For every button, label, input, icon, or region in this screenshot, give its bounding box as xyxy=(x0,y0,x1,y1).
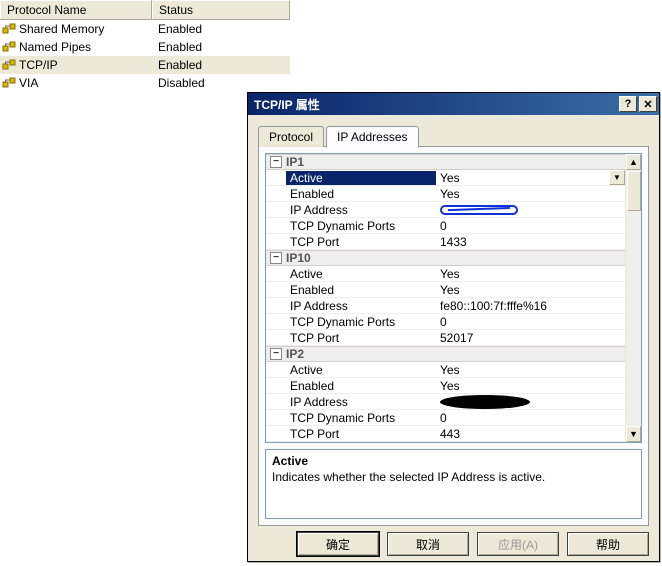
property-row[interactable]: Active Yes xyxy=(266,362,625,378)
property-value: Yes xyxy=(440,171,460,185)
protocol-icon xyxy=(2,77,16,89)
property-row[interactable]: TCP Dynamic Ports 0 xyxy=(266,410,625,426)
tab-ip-addresses[interactable]: IP Addresses xyxy=(326,126,419,148)
property-value: 0 xyxy=(440,411,447,425)
scroll-down-icon[interactable]: ▼ xyxy=(626,426,641,442)
protocol-icon xyxy=(2,41,16,53)
description-panel: Active Indicates whether the selected IP… xyxy=(265,449,642,519)
ok-button[interactable]: 确定 xyxy=(297,532,379,556)
protocol-row[interactable]: VIA Disabled xyxy=(0,74,290,92)
section-name: IP1 xyxy=(286,155,304,169)
property-row[interactable]: TCP Dynamic Ports 0 xyxy=(266,314,625,330)
protocol-status: Disabled xyxy=(152,76,290,90)
cancel-button[interactable]: 取消 xyxy=(387,532,469,556)
dialog-title: TCP/IP 属性 xyxy=(254,96,619,113)
property-label: Enabled xyxy=(286,379,436,393)
property-row[interactable]: IP Address fe80::100:7f:fffe%16 xyxy=(266,298,625,314)
property-label: TCP Port xyxy=(286,235,436,249)
protocol-name: TCP/IP xyxy=(19,58,58,72)
property-label: Enabled xyxy=(286,283,436,297)
protocol-name: Shared Memory xyxy=(19,22,104,36)
property-value: Yes xyxy=(440,187,460,201)
property-value: 1433 xyxy=(440,235,467,249)
property-value: 443 xyxy=(440,427,460,441)
property-value: Yes xyxy=(440,379,460,393)
property-row[interactable]: IP Address xyxy=(266,394,625,410)
protocol-list-header: Protocol Name Status xyxy=(0,0,290,20)
property-row[interactable]: Enabled Yes xyxy=(266,378,625,394)
vertical-scrollbar[interactable]: ▲ ▼ xyxy=(625,154,641,442)
protocol-row[interactable]: Shared Memory Enabled xyxy=(0,20,290,38)
property-value: Yes xyxy=(440,283,460,297)
apply-button: 应用(A) xyxy=(477,532,559,556)
section-header[interactable]: −IP10 xyxy=(266,250,625,266)
section-name: IP10 xyxy=(286,251,311,265)
description-text: Indicates whether the selected IP Addres… xyxy=(272,470,635,484)
property-label: TCP Dynamic Ports xyxy=(286,219,436,233)
collapse-icon[interactable]: − xyxy=(270,348,282,360)
property-row[interactable]: Active Yes xyxy=(266,266,625,282)
redacted-value xyxy=(440,395,530,409)
scroll-thumb[interactable] xyxy=(627,171,641,211)
collapse-icon[interactable]: − xyxy=(270,252,282,264)
property-label: Active xyxy=(286,267,436,281)
tab-body: −IP1 Active Yes▼ Enabled Yes IP Address … xyxy=(258,146,649,526)
property-grid: −IP1 Active Yes▼ Enabled Yes IP Address … xyxy=(265,153,642,443)
protocol-status: Enabled xyxy=(152,40,290,54)
close-button[interactable]: ✕ xyxy=(639,96,657,112)
tab-protocol[interactable]: Protocol xyxy=(258,126,324,147)
property-label: TCP Dynamic Ports xyxy=(286,315,436,329)
protocol-name: Named Pipes xyxy=(19,40,91,54)
property-value: Yes xyxy=(440,363,460,377)
section-header[interactable]: −IP1 xyxy=(266,154,625,170)
protocol-list: Protocol Name Status Shared Memory Enabl… xyxy=(0,0,290,92)
section-header[interactable]: −IP2 xyxy=(266,346,625,362)
property-label: TCP Dynamic Ports xyxy=(286,411,436,425)
tab-strip: ProtocolIP Addresses xyxy=(258,126,649,147)
property-label: IP Address xyxy=(286,395,436,409)
property-label: Active xyxy=(286,171,436,185)
protocol-name: VIA xyxy=(19,76,38,90)
property-value: 0 xyxy=(440,219,447,233)
scroll-up-icon[interactable]: ▲ xyxy=(626,154,641,170)
property-row[interactable]: Enabled Yes xyxy=(266,186,625,202)
property-row[interactable]: TCP Dynamic Ports 0 xyxy=(266,218,625,234)
redacted-value xyxy=(440,205,518,215)
protocol-status: Enabled xyxy=(152,22,290,36)
protocol-row[interactable]: TCP/IP Enabled xyxy=(0,56,290,74)
help-button-bottom[interactable]: 帮助 xyxy=(567,532,649,556)
property-row[interactable]: Enabled Yes xyxy=(266,282,625,298)
collapse-icon[interactable]: − xyxy=(270,156,282,168)
column-header-name[interactable]: Protocol Name xyxy=(0,0,152,19)
protocol-icon xyxy=(2,59,16,71)
property-row[interactable]: Active Yes ▼ xyxy=(266,170,625,186)
property-value: fe80::100:7f:fffe%16 xyxy=(440,299,547,313)
property-label: IP Address xyxy=(286,203,436,217)
property-label: IP Address xyxy=(286,299,436,313)
property-row[interactable]: TCP Port 52017 xyxy=(266,330,625,346)
protocol-row[interactable]: Named Pipes Enabled xyxy=(0,38,290,56)
column-header-status[interactable]: Status xyxy=(152,0,290,19)
property-label: Active xyxy=(286,363,436,377)
protocol-status: Enabled xyxy=(152,58,290,72)
property-row[interactable]: IP Address xyxy=(266,202,625,218)
description-title: Active xyxy=(272,454,635,468)
dropdown-icon[interactable]: ▼ xyxy=(609,170,625,185)
protocol-icon xyxy=(2,23,16,35)
property-label: Enabled xyxy=(286,187,436,201)
property-row[interactable]: TCP Port 443 xyxy=(266,426,625,442)
help-button[interactable]: ? xyxy=(619,96,637,112)
property-value: Yes xyxy=(440,267,460,281)
property-row[interactable]: TCP Port 1433 xyxy=(266,234,625,250)
section-name: IP2 xyxy=(286,347,304,361)
property-label: TCP Port xyxy=(286,331,436,345)
dialog-button-row: 确定 取消 应用(A) 帮助 xyxy=(248,532,659,566)
property-value: 0 xyxy=(440,315,447,329)
dialog-titlebar[interactable]: TCP/IP 属性 ? ✕ xyxy=(248,93,659,115)
property-label: TCP Port xyxy=(286,427,436,441)
property-value: 52017 xyxy=(440,331,473,345)
tcpip-properties-dialog: TCP/IP 属性 ? ✕ ProtocolIP Addresses −IP1 … xyxy=(247,92,660,562)
